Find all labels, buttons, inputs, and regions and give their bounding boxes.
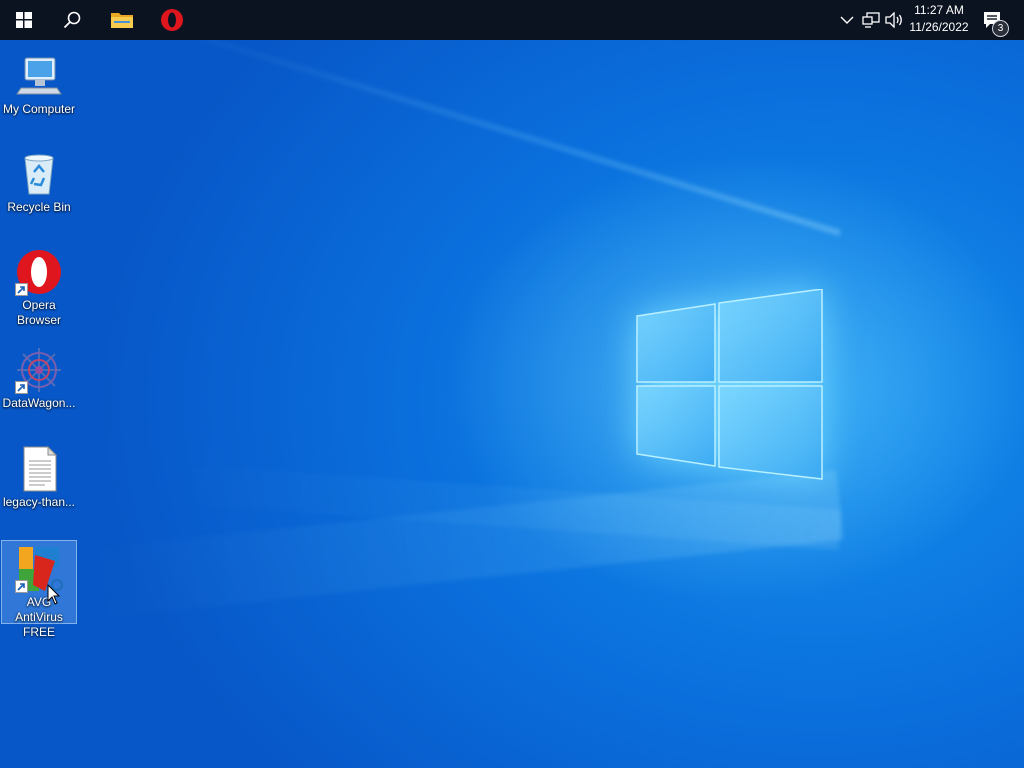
search-icon [63, 11, 81, 29]
volume-icon [885, 12, 902, 28]
desktop-icon-avg-antivirus[interactable]: AVG AntiVirus FREE [1, 540, 77, 639]
taskbar: 11:27 AM 11/26/2022 3 [0, 0, 1024, 40]
clock-time: 11:27 AM [914, 3, 964, 17]
taskbar-clock[interactable]: 11:27 AM 11/26/2022 [906, 2, 972, 38]
desktop-icon-opera-browser[interactable]: Opera Browser [1, 244, 77, 328]
desktop-icon-legacy-file[interactable]: legacy-than... [1, 441, 77, 513]
desktop-icon-label: legacy-than... [2, 495, 76, 509]
shortcut-arrow-icon [15, 381, 28, 394]
datawagon-icon [15, 346, 63, 394]
recycle-bin-icon [15, 150, 63, 198]
desktop-icon-label: Opera Browser [16, 298, 61, 327]
chevron-up-icon [840, 16, 854, 24]
desktop-icon-label: My Computer [2, 102, 76, 116]
mouse-cursor-icon [47, 584, 61, 605]
taskbar-opera[interactable] [148, 0, 196, 40]
volume-tray-button[interactable] [884, 10, 904, 30]
computer-icon [15, 52, 63, 100]
search-button[interactable] [48, 0, 96, 40]
desktop-icon-recycle-bin[interactable]: Recycle Bin [1, 146, 77, 218]
network-tray-button[interactable] [861, 10, 881, 30]
network-icon [862, 12, 880, 28]
windows-wallpaper-logo [636, 289, 823, 480]
clock-date: 11/26/2022 [909, 20, 969, 34]
opera-icon [15, 248, 63, 296]
desktop[interactable]: My Computer Recycle Bin Opera Browser Da… [0, 40, 1024, 768]
start-button[interactable] [0, 0, 48, 40]
notification-count-badge: 3 [992, 20, 1009, 37]
windows-logo-icon [16, 12, 32, 28]
show-hidden-icons-button[interactable] [838, 10, 856, 30]
text-file-icon [15, 445, 63, 493]
light-beam [150, 40, 841, 236]
opera-icon [161, 9, 183, 31]
desktop-icon-label: Recycle Bin [7, 200, 71, 214]
desktop-icon-label: DataWagon... [2, 396, 76, 410]
folder-icon [111, 13, 133, 28]
shortcut-arrow-icon [15, 283, 28, 296]
desktop-icon-my-computer[interactable]: My Computer [1, 48, 77, 118]
desktop-icon-datawagon[interactable]: DataWagon... [1, 342, 77, 414]
desktop-icon-label: AVG AntiVirus FREE [15, 595, 63, 639]
action-center-button[interactable]: 3 [976, 4, 1012, 37]
taskbar-file-explorer[interactable] [98, 0, 146, 40]
shortcut-arrow-icon [15, 580, 28, 593]
